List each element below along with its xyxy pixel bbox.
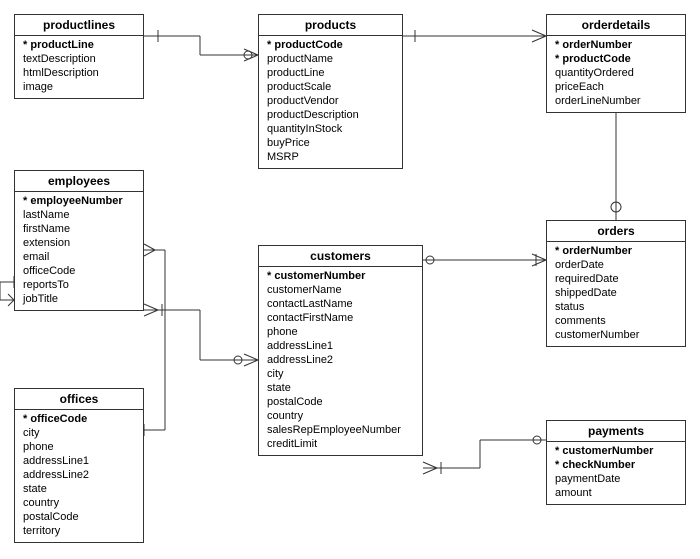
entity-products-body: productCode productName productLine prod…: [259, 36, 402, 168]
entity-orders-body: orderNumber orderDate requiredDate shipp…: [547, 242, 685, 346]
field-employees-jobTitle: jobTitle: [23, 292, 135, 306]
entity-orderdetails: orderdetails orderNumber productCode qua…: [546, 14, 686, 113]
entity-orderdetails-header: orderdetails: [547, 15, 685, 36]
field-customers-city: city: [267, 367, 414, 381]
field-products-productScale: productScale: [267, 80, 394, 94]
field-offices-state: state: [23, 482, 135, 496]
entity-employees-header: employees: [15, 171, 143, 192]
field-customers-customerName: customerName: [267, 283, 414, 297]
field-productlines-htmlDescription: htmlDescription: [23, 66, 135, 80]
entity-orders-header: orders: [547, 221, 685, 242]
field-customers-salesRepEmployeeNumber: salesRepEmployeeNumber: [267, 423, 414, 437]
entity-products: products productCode productName product…: [258, 14, 403, 169]
entity-offices-body: officeCode city phone addressLine1 addre…: [15, 410, 143, 542]
field-orders-comments: comments: [555, 314, 677, 328]
field-offices-addressLine2: addressLine2: [23, 468, 135, 482]
field-orderdetails-orderLineNumber: orderLineNumber: [555, 94, 677, 108]
field-payments-paymentDate: paymentDate: [555, 472, 677, 486]
field-orders-orderNumber: orderNumber: [555, 244, 677, 258]
field-orderdetails-productCode: productCode: [555, 52, 677, 66]
field-customers-country: country: [267, 409, 414, 423]
field-customers-state: state: [267, 381, 414, 395]
field-employees-firstName: firstName: [23, 222, 135, 236]
entity-productlines: productlines productLine textDescription…: [14, 14, 144, 99]
field-customers-addressLine1: addressLine1: [267, 339, 414, 353]
entity-payments: payments customerNumber checkNumber paym…: [546, 420, 686, 505]
field-orders-customerNumber: customerNumber: [555, 328, 677, 342]
field-products-productVendor: productVendor: [267, 94, 394, 108]
entity-employees-body: employeeNumber lastName firstName extens…: [15, 192, 143, 310]
entity-productlines-header: productlines: [15, 15, 143, 36]
field-employees-extension: extension: [23, 236, 135, 250]
entity-productlines-body: productLine textDescription htmlDescript…: [15, 36, 143, 98]
erd-diagram: productlines productLine textDescription…: [0, 0, 700, 559]
field-orderdetails-quantityOrdered: quantityOrdered: [555, 66, 677, 80]
field-customers-phone: phone: [267, 325, 414, 339]
field-payments-amount: amount: [555, 486, 677, 500]
entity-orderdetails-body: orderNumber productCode quantityOrdered …: [547, 36, 685, 112]
field-products-quantityInStock: quantityInStock: [267, 122, 394, 136]
entity-payments-body: customerNumber checkNumber paymentDate a…: [547, 442, 685, 504]
entity-customers-header: customers: [259, 246, 422, 267]
entity-products-header: products: [259, 15, 402, 36]
field-customers-contactFirstName: contactFirstName: [267, 311, 414, 325]
field-employees-employeeNumber: employeeNumber: [23, 194, 135, 208]
field-offices-territory: territory: [23, 524, 135, 538]
field-customers-customerNumber: customerNumber: [267, 269, 414, 283]
field-orderdetails-orderNumber: orderNumber: [555, 38, 677, 52]
field-orderdetails-priceEach: priceEach: [555, 80, 677, 94]
field-products-productLine: productLine: [267, 66, 394, 80]
entity-offices: offices officeCode city phone addressLin…: [14, 388, 144, 543]
field-products-MSRP: MSRP: [267, 150, 394, 164]
field-offices-city: city: [23, 426, 135, 440]
field-productlines-productLine: productLine: [23, 38, 135, 52]
field-products-productCode: productCode: [267, 38, 394, 52]
entity-offices-header: offices: [15, 389, 143, 410]
field-payments-checkNumber: checkNumber: [555, 458, 677, 472]
field-payments-customerNumber: customerNumber: [555, 444, 677, 458]
field-employees-reportsTo: reportsTo: [23, 278, 135, 292]
field-orders-status: status: [555, 300, 677, 314]
entity-customers-body: customerNumber customerName contactLastN…: [259, 267, 422, 455]
field-orders-orderDate: orderDate: [555, 258, 677, 272]
field-customers-contactLastName: contactLastName: [267, 297, 414, 311]
field-offices-officeCode: officeCode: [23, 412, 135, 426]
entity-customers: customers customerNumber customerName co…: [258, 245, 423, 456]
field-employees-officeCode: officeCode: [23, 264, 135, 278]
entity-payments-header: payments: [547, 421, 685, 442]
field-productlines-image: image: [23, 80, 135, 94]
field-customers-creditLimit: creditLimit: [267, 437, 414, 451]
field-employees-email: email: [23, 250, 135, 264]
field-products-buyPrice: buyPrice: [267, 136, 394, 150]
entity-orders: orders orderNumber orderDate requiredDat…: [546, 220, 686, 347]
field-offices-phone: phone: [23, 440, 135, 454]
entity-employees: employees employeeNumber lastName firstN…: [14, 170, 144, 311]
field-orders-shippedDate: shippedDate: [555, 286, 677, 300]
field-offices-country: country: [23, 496, 135, 510]
field-offices-addressLine1: addressLine1: [23, 454, 135, 468]
field-products-productName: productName: [267, 52, 394, 66]
field-customers-postalCode: postalCode: [267, 395, 414, 409]
field-offices-postalCode: postalCode: [23, 510, 135, 524]
field-orders-requiredDate: requiredDate: [555, 272, 677, 286]
field-customers-addressLine2: addressLine2: [267, 353, 414, 367]
field-products-productDescription: productDescription: [267, 108, 394, 122]
field-employees-lastName: lastName: [23, 208, 135, 222]
field-productlines-textDescription: textDescription: [23, 52, 135, 66]
